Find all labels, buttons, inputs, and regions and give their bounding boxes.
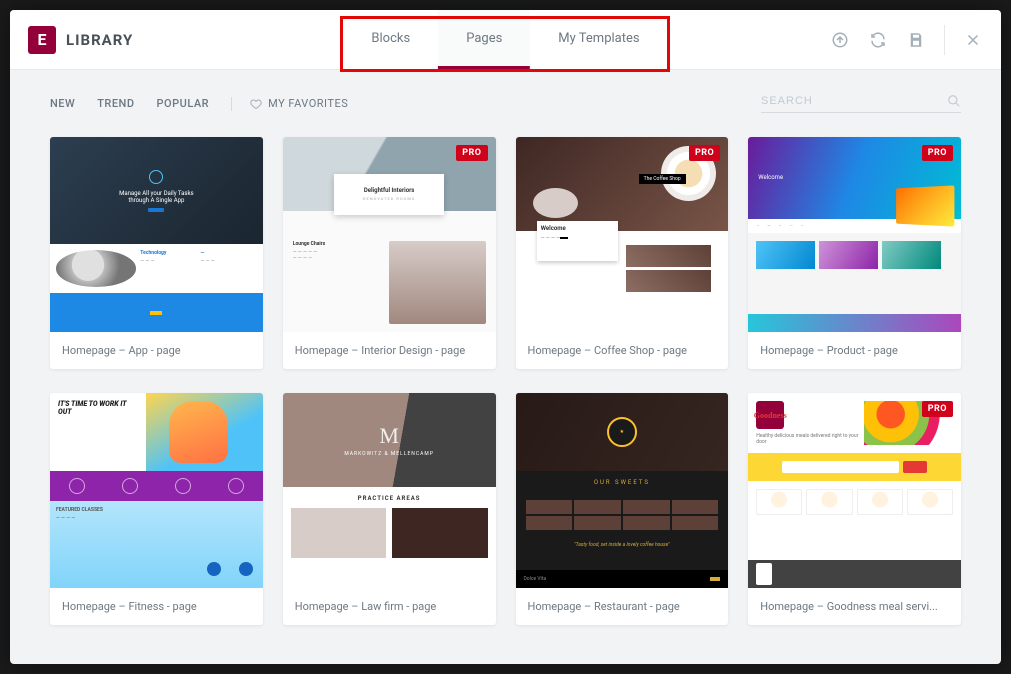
library-modal: E LIBRARY Blocks Pages My Templates — [10, 10, 1001, 664]
upload-icon[interactable] — [830, 30, 850, 50]
thumb-text: Technology — [140, 250, 196, 256]
close-icon[interactable] — [963, 30, 983, 50]
template-thumbnail: Manage All your Daily Tasksthrough A Sin… — [50, 137, 263, 332]
template-thumbnail: PRO The Coffee Shop Welcome— — — — — [516, 137, 729, 332]
thumb-text: Delightful Interiors — [364, 187, 415, 194]
tab-blocks[interactable]: Blocks — [343, 10, 438, 69]
template-card[interactable]: PRO Delightful InteriorsRENOVATED ROOMS … — [283, 137, 496, 369]
content-area[interactable]: NEW TREND POPULAR MY FAVORITES Manage Al… — [10, 70, 1001, 664]
pro-badge: PRO — [456, 145, 487, 161]
thumb-text: The Coffee Shop — [639, 174, 686, 184]
pro-badge: PRO — [922, 401, 953, 417]
template-thumbnail: MMARKOWITZ & MELLENCAMP PRACTICE AREAS — [283, 393, 496, 588]
thumb-text: PRACTICE AREAS — [291, 495, 488, 502]
thumb-text: Dolce Vita — [524, 576, 547, 582]
thumb-text: MARKOWITZ & MELLENCAMP — [344, 451, 434, 457]
search-input[interactable] — [761, 95, 947, 107]
header-tabs: Blocks Pages My Templates — [343, 10, 667, 69]
template-title: Homepage – Fitness - page — [50, 588, 263, 625]
thumb-text: Healthy delicious meals delivered right … — [756, 433, 864, 445]
sync-icon[interactable] — [868, 30, 888, 50]
thumb-text: RENOVATED ROOMS — [363, 196, 415, 201]
tab-pages[interactable]: Pages — [438, 10, 530, 69]
thumb-text: Lounge Chairs — [293, 241, 381, 247]
filter-popular[interactable]: POPULAR — [157, 97, 210, 110]
thumb-text: "Tasty food, set inside a lovely coffee … — [516, 538, 729, 552]
template-title: Homepage – Product - page — [748, 332, 961, 369]
header-divider — [944, 25, 945, 55]
header-actions — [830, 25, 983, 55]
template-card[interactable]: PRO Goodness Healthy delicious meals deli… — [748, 393, 961, 625]
thumb-text: Goodness — [756, 401, 784, 429]
thumb-text: Welcome — [541, 225, 614, 232]
favorites-label: MY FAVORITES — [268, 97, 348, 110]
template-card[interactable]: MMARKOWITZ & MELLENCAMP PRACTICE AREAS H… — [283, 393, 496, 625]
filter-separator — [231, 97, 232, 111]
template-thumbnail: PRO Delightful InteriorsRENOVATED ROOMS … — [283, 137, 496, 332]
search-field[interactable] — [761, 94, 961, 113]
heart-icon — [250, 98, 262, 110]
thumb-text: Manage All your Daily Tasks — [119, 190, 194, 197]
template-title: Homepage – App - page — [50, 332, 263, 369]
filter-trend[interactable]: TREND — [97, 97, 134, 110]
save-icon[interactable] — [906, 30, 926, 50]
modal-header: E LIBRARY Blocks Pages My Templates — [10, 10, 1001, 70]
search-icon — [947, 94, 961, 108]
thumb-text: Welcome — [758, 174, 783, 181]
pro-badge: PRO — [689, 145, 720, 161]
logo-area: E LIBRARY — [28, 26, 133, 54]
thumb-text: FEATURED CLASSES — [56, 507, 257, 513]
template-thumbnail: ★ OUR SWEETS "Tasty food, set inside a l… — [516, 393, 729, 588]
template-thumbnail: PRO Welcome ————— — [748, 137, 961, 332]
template-title: Homepage – Goodness meal servi... — [748, 588, 961, 625]
template-title: Homepage – Law firm - page — [283, 588, 496, 625]
thumb-text: through A Single App — [128, 197, 184, 204]
filter-bar: NEW TREND POPULAR MY FAVORITES — [10, 70, 1001, 125]
template-thumbnail: IT'S TIME TO WORK IT OUT FEATURED CLASSE… — [50, 393, 263, 588]
template-card[interactable]: IT'S TIME TO WORK IT OUT FEATURED CLASSE… — [50, 393, 263, 625]
template-title: Homepage – Coffee Shop - page — [516, 332, 729, 369]
filter-new[interactable]: NEW — [50, 97, 75, 110]
filter-favorites[interactable]: MY FAVORITES — [250, 97, 348, 110]
pro-badge: PRO — [922, 145, 953, 161]
template-card[interactable]: ★ OUR SWEETS "Tasty food, set inside a l… — [516, 393, 729, 625]
elementor-logo-icon: E — [28, 26, 56, 54]
thumb-text: OUR SWEETS — [526, 479, 719, 486]
thumb-text: IT'S TIME TO WORK IT OUT — [50, 393, 146, 471]
template-card[interactable]: PRO The Coffee Shop Welcome— — — — Homep… — [516, 137, 729, 369]
template-thumbnail: PRO Goodness Healthy delicious meals deli… — [748, 393, 961, 588]
library-title: LIBRARY — [66, 31, 133, 49]
template-card[interactable]: Manage All your Daily Tasksthrough A Sin… — [50, 137, 263, 369]
template-title: Homepage – Interior Design - page — [283, 332, 496, 369]
tab-my-templates[interactable]: My Templates — [530, 10, 667, 69]
template-card[interactable]: PRO Welcome ————— Homepage – Product - p… — [748, 137, 961, 369]
template-title: Homepage – Restaurant - page — [516, 588, 729, 625]
templates-grid: Manage All your Daily Tasksthrough A Sin… — [10, 125, 1001, 655]
